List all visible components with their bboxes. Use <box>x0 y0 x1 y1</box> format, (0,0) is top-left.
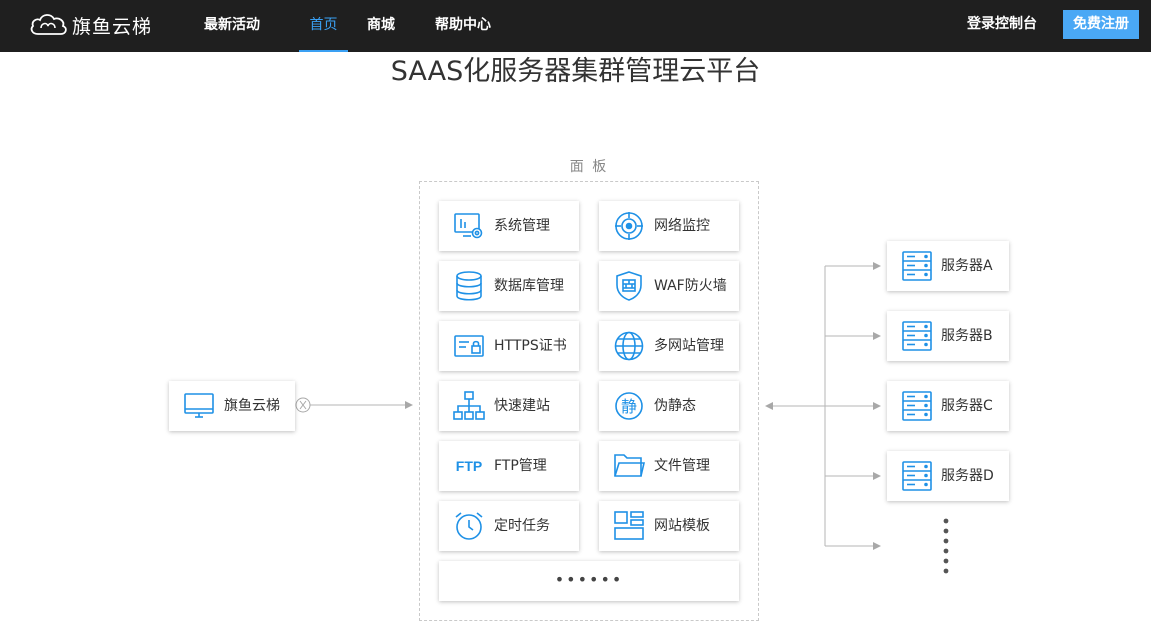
monitor-icon <box>183 391 215 421</box>
ftp-icon: FTP <box>453 451 485 481</box>
feature-system-management[interactable]: 系统管理 <box>439 201 579 251</box>
feature-pseudo-static[interactable]: 静 伪静态 <box>599 381 739 431</box>
template-icon <box>613 511 645 541</box>
feature-label: 网站模板 <box>654 518 710 534</box>
firewall-shield-icon <box>613 271 645 301</box>
panel-label: 面 板 <box>569 159 609 175</box>
svg-text:静: 静 <box>621 397 637 416</box>
server-icon <box>901 321 933 351</box>
alarm-clock-icon <box>453 511 485 541</box>
top-navbar: 旗鱼云梯 最新活动 首页 商城 帮助中心 登录控制台 免费注册 <box>0 0 1151 52</box>
server-node-a[interactable]: 服务器A <box>887 241 1009 291</box>
server-icon <box>901 461 933 491</box>
feature-label: 系统管理 <box>494 218 550 234</box>
server-label: 服务器B <box>941 328 993 344</box>
system-settings-icon <box>453 211 485 241</box>
feature-database-management[interactable]: 数据库管理 <box>439 261 579 311</box>
feature-label: HTTPS证书 <box>494 338 567 354</box>
feature-label: FTP管理 <box>494 458 547 474</box>
certificate-icon <box>453 331 485 361</box>
brand-logo[interactable]: 旗鱼云梯 <box>28 9 152 41</box>
server-icon <box>901 251 933 281</box>
nav-link-help-center[interactable]: 帮助中心 <box>435 0 491 52</box>
feature-label: WAF防火墙 <box>654 278 727 294</box>
server-node-c[interactable]: 服务器C <box>887 381 1009 431</box>
client-label: 旗鱼云梯 <box>224 398 280 414</box>
feature-multi-site-management[interactable]: 多网站管理 <box>599 321 739 371</box>
client-node-card[interactable]: 旗鱼云梯 <box>169 381 295 431</box>
feature-label: 文件管理 <box>654 458 710 474</box>
database-icon <box>453 271 485 301</box>
server-icon <box>901 391 933 421</box>
cloud-logo-icon <box>30 14 67 35</box>
globe-icon <box>613 331 645 361</box>
server-node-b[interactable]: 服务器B <box>887 311 1009 361</box>
nav-link-home-label: 首页 <box>309 17 338 33</box>
feature-https-certificate[interactable]: HTTPS证书 <box>439 321 579 371</box>
feature-site-templates[interactable]: 网站模板 <box>599 501 739 551</box>
more-features-button[interactable]: •••••• <box>439 561 739 601</box>
feature-waf-firewall[interactable]: WAF防火墙 <box>599 261 739 311</box>
radar-icon <box>613 211 645 241</box>
feature-ftp-management[interactable]: FTP FTP管理 <box>439 441 579 491</box>
sitemap-icon <box>453 391 485 421</box>
page-title: SAAS化服务器集群管理云平台 <box>390 56 761 87</box>
folder-icon <box>613 451 645 481</box>
nav-link-home[interactable]: 首页 <box>299 0 348 52</box>
nav-link-activities[interactable]: 最新活动 <box>204 0 260 52</box>
feature-scheduled-tasks[interactable]: 定时任务 <box>439 501 579 551</box>
nav-link-store[interactable]: 商城 <box>367 0 395 52</box>
server-node-d[interactable]: 服务器D <box>887 451 1009 501</box>
feature-label: 定时任务 <box>494 518 550 534</box>
server-label: 服务器A <box>941 258 993 274</box>
more-servers-dots-icon <box>943 518 949 574</box>
server-label: 服务器D <box>941 468 994 484</box>
feature-quick-site-build[interactable]: 快速建站 <box>439 381 579 431</box>
login-console-link[interactable]: 登录控制台 <box>967 0 1037 48</box>
feature-label: 多网站管理 <box>654 338 724 354</box>
feature-network-monitor[interactable]: 网络监控 <box>599 201 739 251</box>
feature-file-management[interactable]: 文件管理 <box>599 441 739 491</box>
feature-label: 快速建站 <box>494 398 550 414</box>
server-label: 服务器C <box>941 398 993 414</box>
brand-name: 旗鱼云梯 <box>72 15 153 38</box>
static-char-icon: 静 <box>613 391 645 421</box>
feature-label: 数据库管理 <box>494 278 564 294</box>
svg-text:FTP: FTP <box>456 458 482 474</box>
connector-badge-icon <box>295 397 311 413</box>
register-button[interactable]: 免费注册 <box>1063 10 1139 39</box>
feature-label: 网络监控 <box>654 218 710 234</box>
feature-label: 伪静态 <box>654 398 696 414</box>
